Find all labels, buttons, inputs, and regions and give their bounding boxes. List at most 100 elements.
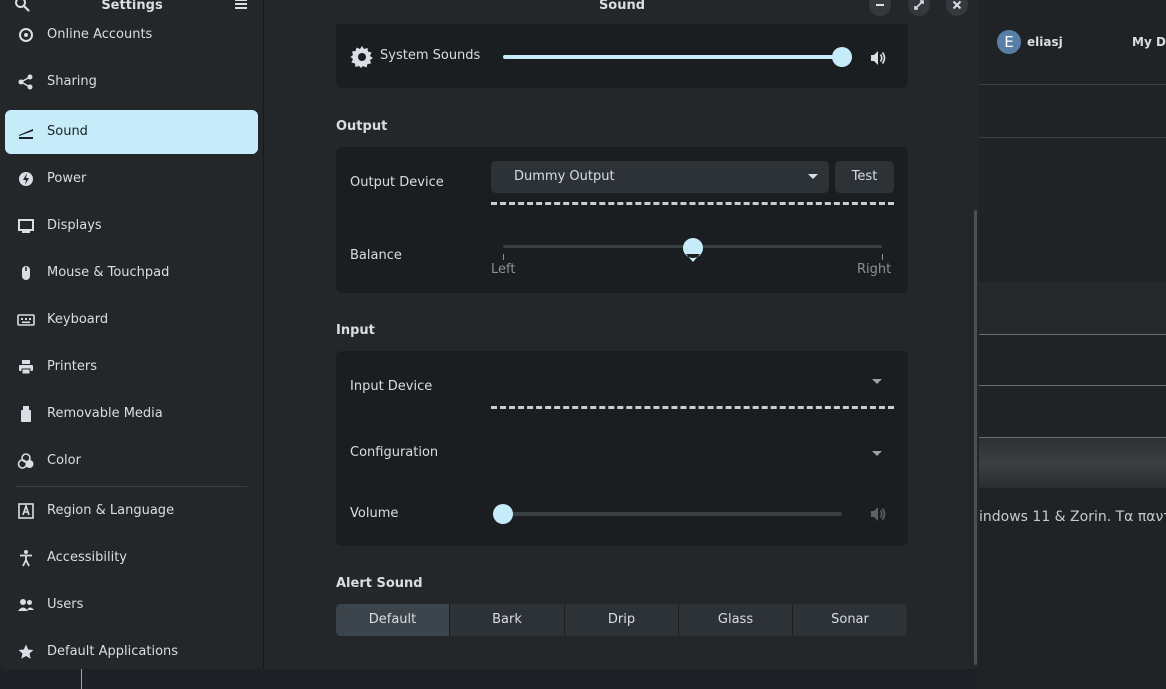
sidebar-item-displays[interactable]: Displays — [5, 204, 258, 248]
balance-right-label: Right — [857, 262, 892, 277]
printer-icon — [19, 360, 33, 375]
system-sounds-slider[interactable] — [503, 55, 842, 59]
alert-sound-selector: Default Bark Drip Glass Sonar — [336, 604, 907, 636]
scrollbar[interactable] — [974, 210, 977, 665]
sidebar-item-color[interactable]: Color — [5, 439, 258, 483]
keyboard-icon — [17, 314, 35, 326]
alert-sound-drip[interactable]: Drip — [565, 604, 679, 636]
test-button[interactable]: Test — [835, 161, 894, 193]
maximize-button[interactable] — [908, 0, 930, 16]
sidebar-item-sound[interactable]: Sound — [5, 110, 258, 154]
region-icon — [18, 503, 34, 519]
input-card: Input Device Configuration Volume — [336, 351, 908, 546]
alert-sound-bark[interactable]: Bark — [450, 604, 565, 636]
removable-media-icon — [21, 406, 31, 422]
system-sounds-card: System Sounds — [336, 24, 908, 88]
sidebar-item-printers[interactable]: Printers — [5, 345, 258, 389]
sidebar-item-label: Region & Language — [47, 503, 175, 518]
system-sounds-slider-knob[interactable] — [832, 47, 852, 67]
alert-sound-default[interactable]: Default — [336, 604, 450, 636]
sidebar-item-label: Power — [47, 171, 87, 186]
alert-sound-sonar[interactable]: Sonar — [793, 604, 907, 636]
output-device-value: Dummy Output — [514, 169, 615, 184]
divider — [979, 385, 1166, 386]
sidebar-item-default-applications[interactable]: Default Applications — [5, 630, 258, 669]
sidebar-item-label: Mouse & Touchpad — [47, 265, 170, 280]
sidebar: Settings Online Accounts Sharing Sound P… — [0, 0, 264, 669]
speaker-muted-icon[interactable] — [869, 505, 887, 523]
output-section-title: Output — [336, 119, 388, 134]
sidebar-item-label: Printers — [47, 359, 98, 374]
sidebar-item-label: Displays — [47, 218, 102, 233]
background-window: E eliasj My Da indows 11 & Zorin. Τα παν… — [979, 0, 1166, 689]
volume-label: Volume — [350, 506, 399, 521]
sidebar-item-label: Removable Media — [47, 406, 163, 421]
display-icon — [18, 219, 34, 233]
sidebar-item-label: Default Applications — [47, 644, 179, 659]
input-level-meter — [491, 406, 894, 409]
sidebar-item-label: Users — [47, 597, 84, 612]
input-section-title: Input — [336, 323, 375, 338]
sidebar-item-power[interactable]: Power — [5, 157, 258, 201]
online-accounts-icon — [19, 28, 33, 42]
power-icon — [19, 172, 33, 186]
background-tab[interactable]: My Da — [1132, 35, 1166, 49]
minimize-icon — [876, 4, 884, 6]
background-text: indows 11 & Zorin. Τα παντ — [979, 509, 1166, 525]
sidebar-title: Settings — [101, 0, 163, 13]
sidebar-item-label: Accessibility — [47, 550, 127, 565]
sidebar-item-accessibility[interactable]: Accessibility — [5, 536, 258, 580]
maximize-icon — [914, 0, 924, 10]
background-bar — [979, 438, 1166, 488]
close-button[interactable] — [946, 0, 968, 16]
balance-tick-right — [882, 254, 883, 260]
output-device-dropdown[interactable]: Dummy Output — [491, 161, 829, 193]
sidebar-item-label: Sound — [47, 124, 88, 139]
balance-label: Balance — [350, 248, 402, 263]
input-device-dropdown[interactable] — [872, 379, 882, 384]
sidebar-item-online-accounts[interactable]: Online Accounts — [5, 13, 258, 57]
slider-fill — [503, 55, 842, 59]
system-sounds-label: System Sounds — [380, 48, 481, 63]
chevron-down-icon — [808, 174, 818, 179]
minimize-button[interactable] — [869, 0, 891, 16]
sidebar-item-region-language[interactable]: Region & Language — [5, 489, 258, 533]
sidebar-item-mouse-touchpad[interactable]: Mouse & Touchpad — [5, 251, 258, 295]
output-device-label: Output Device — [350, 175, 444, 190]
sidebar-item-removable-media[interactable]: Removable Media — [5, 392, 258, 436]
username[interactable]: eliasj — [1027, 35, 1063, 49]
avatar[interactable]: E — [997, 30, 1021, 54]
input-volume-slider-knob[interactable] — [493, 504, 513, 524]
sidebar-item-label: Color — [47, 453, 81, 468]
gear-icon — [350, 46, 373, 68]
sidebar-item-users[interactable]: Users — [5, 583, 258, 627]
star-icon — [18, 644, 34, 659]
configuration-dropdown[interactable] — [872, 451, 882, 456]
share-icon — [18, 74, 33, 90]
balance-left-label: Left — [491, 262, 516, 277]
color-icon — [17, 453, 34, 469]
sidebar-item-label: Online Accounts — [47, 27, 153, 42]
output-level-meter — [491, 202, 894, 205]
alert-sound-glass[interactable]: Glass — [679, 604, 793, 636]
input-device-label: Input Device — [350, 379, 433, 394]
accessibility-icon — [20, 550, 32, 567]
balance-tick-left — [503, 254, 504, 260]
sound-icon — [19, 129, 33, 139]
alert-sound-section-title: Alert Sound — [336, 576, 423, 591]
balance-slider-knob[interactable] — [682, 237, 704, 263]
mouse-icon — [22, 266, 30, 280]
close-icon — [952, 0, 962, 10]
sidebar-item-label: Sharing — [47, 74, 97, 89]
users-icon — [18, 599, 34, 611]
sidebar-item-keyboard[interactable]: Keyboard — [5, 298, 258, 342]
sidebar-separator — [15, 486, 247, 487]
hamburger-menu-icon[interactable] — [234, 0, 248, 11]
input-volume-slider[interactable] — [503, 512, 842, 516]
divider — [979, 137, 1166, 138]
main-panel: Sound System Sounds Output Output Device… — [265, 0, 979, 669]
speaker-high-icon[interactable] — [869, 49, 887, 67]
sidebar-item-sharing[interactable]: Sharing — [5, 60, 258, 104]
divider — [81, 669, 82, 689]
settings-window: Settings Online Accounts Sharing Sound P… — [0, 0, 979, 669]
